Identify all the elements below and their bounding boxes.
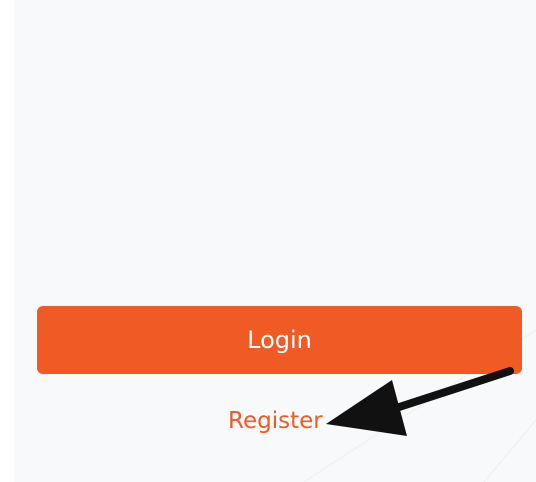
login-button[interactable]: Login xyxy=(37,306,522,374)
register-link[interactable]: Register xyxy=(228,408,323,436)
